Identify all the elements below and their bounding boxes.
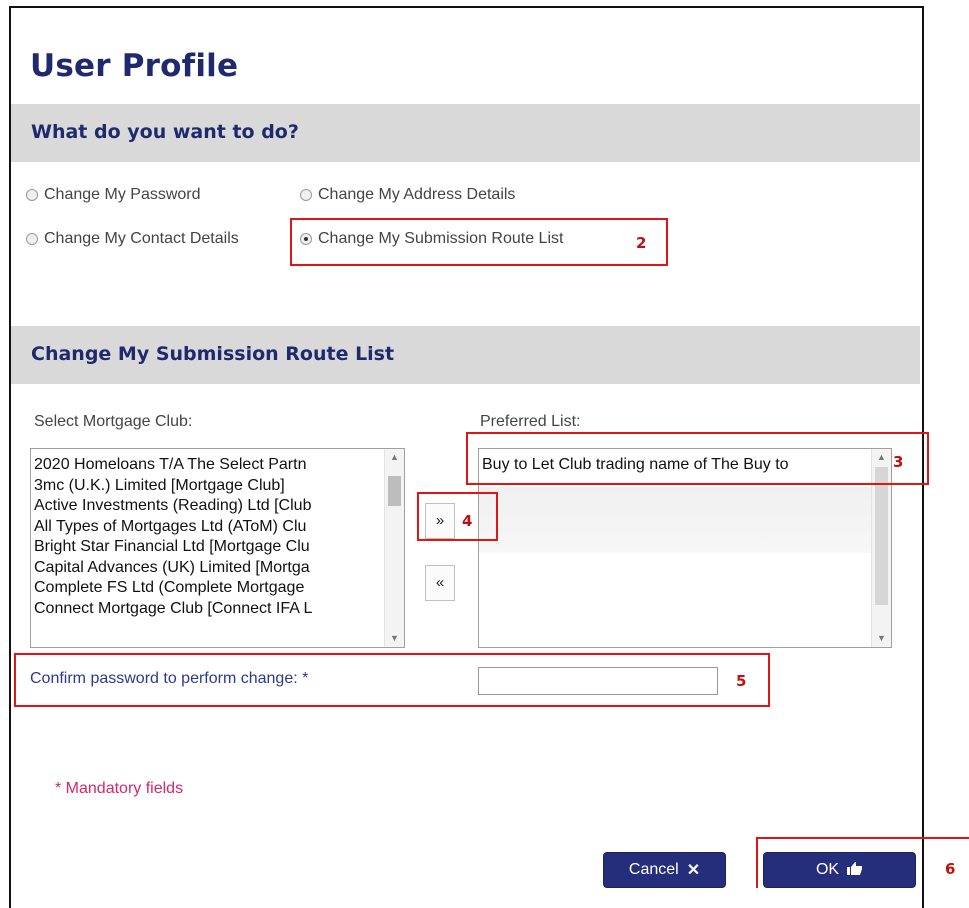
radio-label: Change My Address Details [318,186,516,203]
highlight-box-2 [290,218,668,266]
radio-label: Change My Password [44,186,201,203]
mortgage-club-listbox[interactable]: 2020 Homeloans T/A The Select Partn 3mc … [30,448,405,648]
cancel-button[interactable]: Cancel ✕ [603,852,726,888]
section-heading-route-list: Change My Submission Route List [31,343,395,365]
page-title: User Profile [30,48,239,84]
annotation-4: 4 [462,512,473,530]
highlight-box-3 [466,432,929,485]
section-header-actions: What do you want to do? [11,104,920,162]
preferred-label: Preferred List: [480,413,581,430]
annotation-6: 6 [945,860,956,878]
radio-button[interactable] [300,189,312,201]
highlight-box-4 [417,492,498,541]
highlight-box-6 [756,837,969,888]
list-item[interactable]: Active Investments (Reading) Ltd [Club [34,496,382,517]
list-item[interactable]: 3mc (U.K.) Limited [Mortgage Club] [34,476,382,497]
radio-change-address[interactable]: Change My Address Details [300,186,515,204]
radio-button[interactable] [26,189,38,201]
radio-change-contact[interactable]: Change My Contact Details [26,230,239,248]
radio-button[interactable] [26,233,38,245]
list-item[interactable]: Complete FS Ltd (Complete Mortgage [34,578,382,599]
list-item[interactable]: 2020 Homeloans T/A The Select Partn [34,455,382,476]
annotation-2: 2 [636,234,647,252]
scroll-up-icon[interactable]: ▲ [385,449,404,466]
section-heading-actions: What do you want to do? [31,121,299,143]
scroll-thumb[interactable] [875,467,888,605]
list-item[interactable]: All Types of Mortgages Ltd (AToM) Clu [34,517,382,538]
radio-label: Change My Contact Details [44,230,239,247]
mandatory-note: * Mandatory fields [55,780,184,797]
list-item[interactable]: Capital Advances (UK) Limited [Mortga [34,558,382,579]
cancel-label: Cancel [628,861,679,878]
scroll-down-icon[interactable]: ▼ [872,630,891,647]
radio-change-password[interactable]: Change My Password [26,186,201,204]
list-item[interactable]: Bright Star Financial Ltd [Mortgage Clu [34,537,382,558]
scroll-down-icon[interactable]: ▼ [385,630,404,647]
section-header-route-list: Change My Submission Route List [11,326,920,384]
clubs-label: Select Mortgage Club: [34,413,193,430]
close-icon: ✕ [686,862,701,879]
listbox-scrollbar[interactable]: ▲ ▼ [384,449,404,647]
scroll-thumb[interactable] [388,476,401,506]
highlight-box-5 [14,653,770,707]
remove-from-preferred-button[interactable]: « [425,565,455,601]
annotation-3: 3 [893,453,904,471]
annotation-5: 5 [736,672,747,690]
selection-highlight [479,487,871,553]
list-item[interactable]: Connect Mortgage Club [Connect IFA L [34,599,382,620]
